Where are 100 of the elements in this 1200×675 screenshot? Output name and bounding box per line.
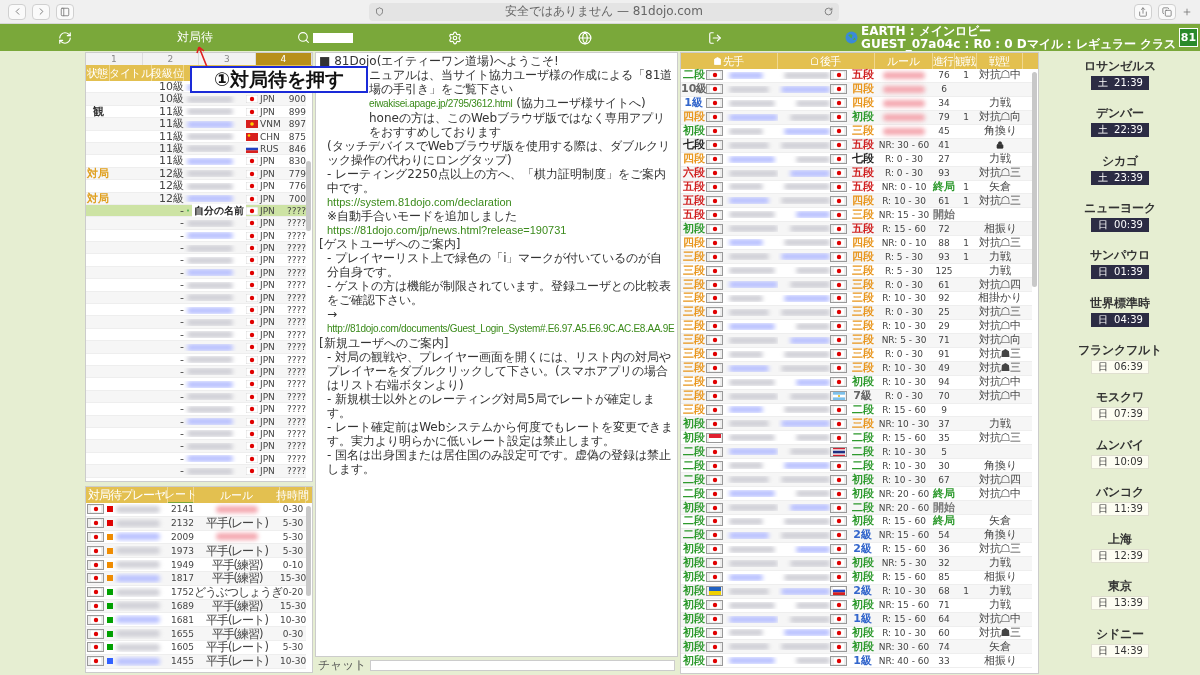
city-name: フランクフルト bbox=[1078, 341, 1163, 359]
opening-text: 対抗☖四 bbox=[977, 278, 1023, 291]
rating-text: 779 bbox=[287, 167, 306, 180]
rank-text: - bbox=[179, 229, 184, 242]
moves-text: 93 bbox=[937, 250, 951, 263]
rule-text: R: 15 - 60 bbox=[881, 431, 927, 444]
rating-text: 2132 bbox=[170, 517, 194, 530]
rule-text: 平手(レート) bbox=[205, 544, 269, 557]
notice-text: ニュアルは、当サイト協力ユーザ様の作成による「81道場の手引き」をご覧下さい bbox=[369, 68, 674, 96]
clock-time: 日 14:39 bbox=[1091, 643, 1150, 658]
country-code: JPN bbox=[260, 93, 275, 106]
rating-text: ???? bbox=[285, 390, 306, 403]
rating-text: 897 bbox=[287, 118, 306, 131]
city-name: 東京 bbox=[1108, 578, 1133, 596]
rank-text: 初段 bbox=[850, 599, 875, 612]
user-info: GUEST_07a04c : R0 : 0 Dマイル : レギュラー クラス bbox=[861, 37, 1176, 51]
time-text: 0-20 bbox=[282, 586, 305, 599]
instruction-tooltip: ①対局待を押す bbox=[190, 66, 368, 93]
rule-text: 平手(レート) bbox=[205, 655, 269, 668]
rule-text: R: 10 - 30 bbox=[881, 585, 927, 598]
moves-text: 60 bbox=[937, 626, 951, 639]
time-text: 10-30 bbox=[280, 655, 306, 668]
rating-text: 1752 bbox=[170, 586, 194, 599]
opening-text: 対抗☖三 bbox=[977, 167, 1023, 180]
rating-text: ???? bbox=[285, 452, 306, 465]
rating-text: 900 bbox=[287, 93, 306, 106]
moves-text: 91 bbox=[937, 348, 951, 361]
moves-text: 終局 bbox=[933, 487, 955, 500]
rank-text: 初段 bbox=[681, 222, 706, 235]
rank-text: 五段 bbox=[850, 139, 875, 152]
notice-text: → http://81dojo.com/documents/Guest_Login_System#.E6.97.A5.E6.9C.AC.E8.AA.9E bbox=[327, 307, 675, 336]
rank-text: 三段 bbox=[850, 306, 875, 319]
country-code: JPN bbox=[260, 229, 275, 242]
rating-text: 1455 bbox=[170, 655, 194, 668]
opening-text: 対抗☖四 bbox=[977, 473, 1023, 486]
rating-text: ???? bbox=[285, 266, 306, 279]
rank-text: 初段 bbox=[850, 515, 875, 528]
rank-text: - bbox=[179, 440, 184, 453]
rank-text: - bbox=[179, 279, 184, 292]
notice-text: honeの方は、このWebブラウザ版ではなく専用アプリをおすすめしております bbox=[369, 111, 667, 139]
rank-text: 五段 bbox=[850, 69, 875, 82]
country-code: JPN bbox=[260, 291, 275, 304]
rank-text: 三段 bbox=[850, 417, 875, 430]
opening-text: 対抗☖中 bbox=[977, 376, 1023, 389]
status-text: 観 bbox=[91, 105, 105, 118]
rule-text: 平手(練習) bbox=[210, 627, 264, 640]
country-code: JPN bbox=[260, 440, 275, 453]
rule-text: NR: 5 - 30 bbox=[880, 557, 928, 570]
rank-text: - bbox=[179, 341, 184, 354]
rating-text: ???? bbox=[285, 204, 306, 217]
country-code: JPN bbox=[260, 353, 275, 366]
moves-text: 33 bbox=[937, 654, 951, 667]
rank-text: 二段 bbox=[850, 501, 875, 514]
rank-text: 三段 bbox=[850, 125, 875, 138]
rating-text: 875 bbox=[287, 130, 306, 143]
moves-text: 94 bbox=[937, 376, 951, 389]
moves-text: 68 bbox=[937, 585, 951, 598]
clock-time: 日 00:39 bbox=[1091, 217, 1150, 232]
rank-text: 初段 bbox=[681, 501, 706, 514]
rank-text: 初段 bbox=[681, 654, 706, 667]
opening-text: 対抗☖向 bbox=[977, 111, 1023, 124]
rank-text: 三段 bbox=[850, 264, 875, 277]
rating-text: ???? bbox=[285, 291, 306, 304]
city-name: デンバー bbox=[1096, 105, 1145, 123]
opening-text: 対抗☗三 bbox=[977, 348, 1023, 361]
opening-text: 相振り bbox=[982, 654, 1018, 667]
time-text: 10-30 bbox=[280, 613, 306, 626]
moves-text: 61 bbox=[937, 278, 951, 291]
opening-text: 矢倉 bbox=[988, 515, 1012, 528]
rank-text: 11級 bbox=[158, 155, 184, 168]
moves-text: 6 bbox=[940, 83, 948, 96]
rank-text: 10級 bbox=[158, 93, 184, 106]
rank-text: 五段 bbox=[850, 167, 875, 180]
status-text: 対局 bbox=[86, 167, 110, 180]
rating-text: 1949 bbox=[170, 558, 194, 571]
opening-text: 角換り bbox=[982, 529, 1018, 542]
rank-text: - bbox=[179, 304, 184, 317]
clock-time: 日 04:39 bbox=[1091, 312, 1150, 327]
country-code: JPN bbox=[260, 279, 275, 292]
rating-text: 1655 bbox=[170, 627, 194, 640]
country-code: JPN bbox=[260, 452, 275, 465]
rank-text: 初段 bbox=[850, 557, 875, 570]
time-text: 15-30 bbox=[280, 572, 306, 585]
country-code: JPN bbox=[260, 465, 275, 478]
rule-text: R: 15 - 60 bbox=[881, 403, 927, 416]
rank-text: 三段 bbox=[681, 362, 706, 375]
rank-text: 三段 bbox=[850, 278, 875, 291]
rank-text: 二段 bbox=[850, 445, 875, 458]
country-code: JPN bbox=[260, 167, 275, 180]
rating-text: 846 bbox=[287, 142, 306, 155]
rank-text: 三段 bbox=[850, 362, 875, 375]
rule-text: R: 10 - 30 bbox=[881, 362, 927, 375]
rank-text: 三段 bbox=[681, 278, 706, 291]
rank-text: 初段 bbox=[681, 417, 706, 430]
rank-text: 二段 bbox=[681, 445, 706, 458]
rule-text: NR: 15 - 30 bbox=[877, 208, 931, 221]
watchers-text: 1 bbox=[962, 194, 970, 207]
moves-text: 開始 bbox=[933, 208, 955, 221]
rank-text: - bbox=[179, 291, 184, 304]
clock-time: 日 01:39 bbox=[1091, 265, 1150, 280]
